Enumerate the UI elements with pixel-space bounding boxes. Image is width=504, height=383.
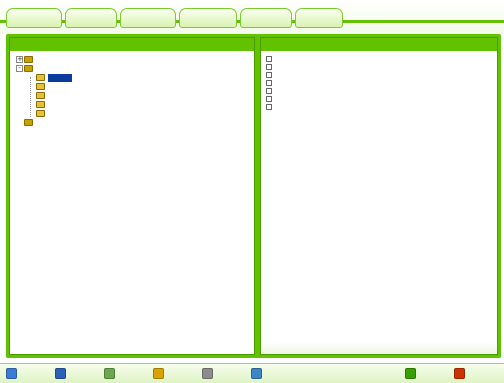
tree-panel-title [10,38,254,51]
toolbar-button-2[interactable] [55,366,99,382]
tools-icon [251,368,262,379]
refresh-icon [6,368,17,379]
tree-node-label [48,110,72,118]
edit-icon [104,368,115,379]
tree: + - [16,55,72,127]
tab-5[interactable] [240,8,292,28]
tab-list [6,8,343,28]
tab-4[interactable] [179,8,237,28]
toolbar-button-6[interactable] [251,366,295,382]
tree-node-label [48,101,72,109]
toolbar-button-3[interactable] [104,366,148,382]
checkbox[interactable] [266,80,272,86]
tree-node[interactable] [16,100,72,109]
toolbar-button-label [468,370,498,378]
tree-node-label [36,119,60,127]
tree-node[interactable] [16,118,72,127]
tree-node-label [48,73,72,82]
checklist-item-label [275,104,315,111]
folder-icon [36,101,45,108]
tree-node-label [48,83,72,91]
folder-icon [24,119,33,126]
print-icon [202,368,213,379]
collapse-icon[interactable]: - [16,65,23,72]
checkbox[interactable] [266,72,272,78]
search-icon [55,368,66,379]
main-frame: + - [6,34,501,358]
expand-icon[interactable]: + [16,56,23,63]
checklist-item-label [275,96,315,103]
checklist-view[interactable] [261,51,497,354]
tree-panel: + - [9,37,255,355]
folder-icon [36,110,45,117]
next-icon [405,368,416,379]
checkbox[interactable] [266,64,272,70]
toolbar-button-4[interactable] [153,366,197,382]
checklist-item[interactable] [266,55,315,63]
checklist-item[interactable] [266,71,315,79]
checkbox[interactable] [266,104,272,110]
checklist-item-label [275,80,315,87]
exit-icon [454,368,465,379]
bottom-toolbar [0,363,504,383]
tab-2[interactable] [65,8,117,28]
tree-node[interactable]: + [16,55,72,64]
checkbox[interactable] [266,56,272,62]
tree-view[interactable]: + - [10,51,254,354]
folder-icon [36,74,45,81]
tab-3[interactable] [120,8,176,28]
folder-icon [24,56,33,63]
toolbar-button-label [69,370,99,378]
checklist-panel-title [261,38,497,51]
checklist-item[interactable] [266,63,315,71]
folder-icon [36,92,45,99]
tree-node[interactable]: - [16,64,72,73]
tree-node-selected[interactable] [16,73,72,82]
toolbar-button-8[interactable] [454,366,498,382]
checkbox[interactable] [266,96,272,102]
toolbar-button-label [167,370,197,378]
tab-1[interactable] [6,8,62,28]
toolbar-button-7[interactable] [405,366,449,382]
checklist [266,55,315,111]
tree-node[interactable] [16,109,72,118]
folder-icon [24,65,33,72]
checklist-item[interactable] [266,87,315,95]
toolbar-button-label [20,370,50,378]
tab-6[interactable] [295,8,343,28]
checklist-item-label [275,64,315,71]
toolbar-button-5[interactable] [202,366,246,382]
toolbar-button-1[interactable] [6,366,50,382]
checklist-item[interactable] [266,79,315,87]
checklist-item-label [275,72,315,79]
toolbar-button-label [118,370,148,378]
toolbar-button-label [265,370,295,378]
checklist-item-label [275,88,315,95]
tab-bar [0,0,504,34]
tree-node-label [36,56,60,64]
toolbar-button-label [216,370,246,378]
tree-node[interactable] [16,91,72,100]
tree-node[interactable] [16,82,72,91]
tree-node-label [48,92,72,100]
checklist-item[interactable] [266,103,315,111]
folder-icon [36,83,45,90]
toolbar-button-label [419,370,449,378]
folder-icon [153,368,164,379]
tree-node-label [36,65,60,73]
checklist-panel [260,37,498,355]
checklist-item[interactable] [266,95,315,103]
checkbox[interactable] [266,88,272,94]
checklist-item-label [275,56,315,63]
